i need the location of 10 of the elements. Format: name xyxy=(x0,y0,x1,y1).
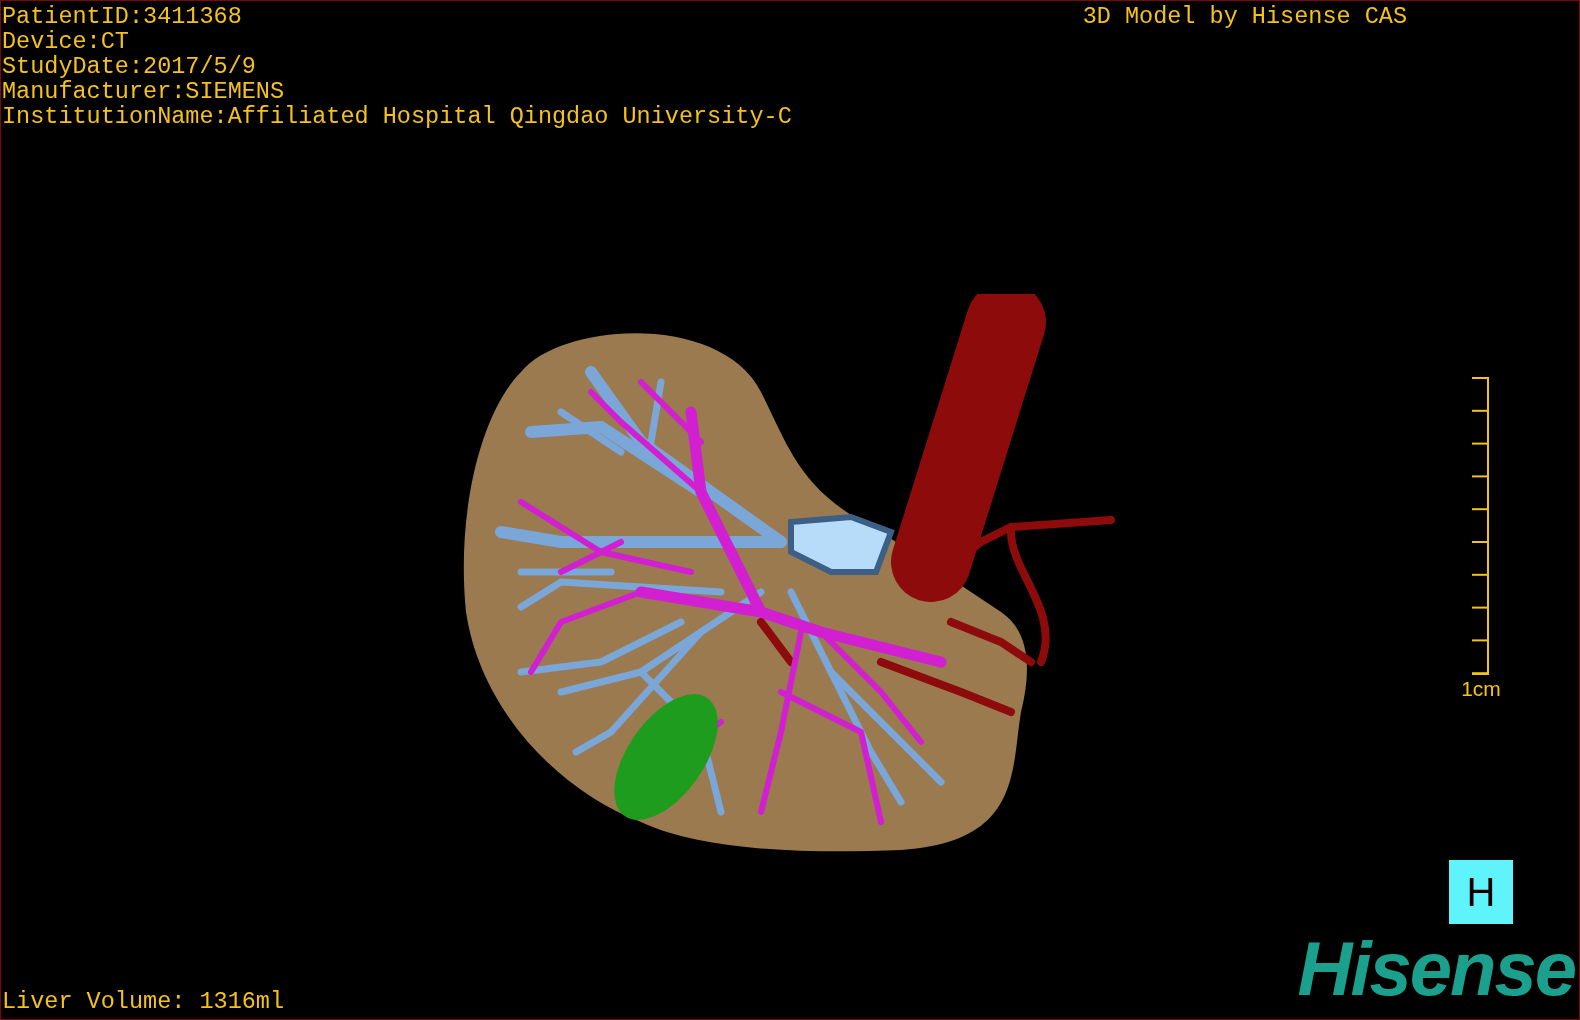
scale-label: 1cm xyxy=(1461,678,1501,700)
orientation-marker: H xyxy=(1449,860,1513,924)
patient-info-line: PatientID:3411368 xyxy=(2,4,243,29)
brand-logo: Hisense xyxy=(1297,934,1575,1004)
patient-info-line: Manufacturer:SIEMENS xyxy=(2,79,286,104)
patient-info-line: InstitutionName:Affiliated Hospital Qingdao University-C xyxy=(2,104,792,129)
patient-info-line: StudyDate:2017/5/9 xyxy=(2,54,257,79)
liver-volume-readout: Liver Volume: 1316ml xyxy=(2,989,285,1014)
viewer-title: 3D Model by Hisense CAS xyxy=(1082,4,1407,29)
patient-info-line: Device:CT xyxy=(2,29,130,54)
